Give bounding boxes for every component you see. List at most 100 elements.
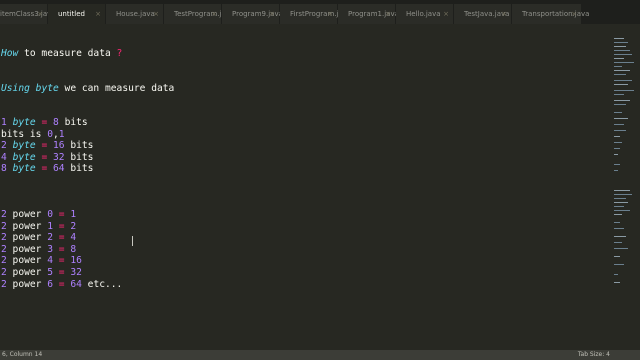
tab-program9[interactable]: Program9.java × [222, 4, 283, 24]
number-token: 32 [53, 152, 65, 163]
minimap-line [614, 264, 624, 265]
keyword-token: Using [1, 83, 30, 94]
text-token: power [6, 232, 48, 243]
text-cursor-icon [130, 236, 136, 246]
operator-token: = [58, 279, 65, 290]
close-icon[interactable]: × [211, 4, 217, 24]
minimap-line [614, 210, 630, 211]
close-icon[interactable]: × [37, 4, 43, 24]
minimap-line [614, 42, 628, 43]
number-token: 32 [70, 267, 82, 278]
cursor-position: 6, Column 14 [2, 351, 43, 358]
number-token: 4 [47, 255, 53, 266]
operator-token: = [58, 267, 65, 278]
number-token: 4 [70, 232, 77, 243]
code-editor[interactable]: How to measure data ? Using byte we can … [0, 24, 610, 350]
close-icon[interactable]: × [385, 4, 391, 24]
tab-label: Program9.java [232, 10, 283, 18]
number-token: 64 [53, 163, 65, 174]
text-token: we can measure data [58, 83, 175, 94]
minimap-line [614, 206, 624, 207]
code-line: 2 power 6 = 64 etc... [1, 279, 122, 291]
tab-house[interactable]: House.java × [106, 4, 164, 24]
number-token: 8 [70, 244, 77, 255]
number-token: 1 [47, 221, 53, 232]
number-token: 64 [70, 279, 82, 290]
close-icon[interactable]: × [501, 4, 507, 24]
minimap-line [614, 46, 626, 47]
text-token: power [6, 209, 48, 220]
code-line: 2 byte = 16 bits [1, 140, 93, 152]
tab-itemclass3[interactable]: itemClass3.java × [0, 4, 56, 24]
tab-hello[interactable]: Hello.java × [396, 4, 454, 24]
tab-testprogram[interactable]: TestProgram.java × [164, 4, 234, 24]
operator-token: = [58, 232, 65, 243]
close-icon[interactable]: × [95, 4, 101, 24]
close-icon[interactable]: × [269, 4, 275, 24]
status-bar: 6, Column 14 Tab Size: 4 [0, 350, 640, 360]
minimap-line [614, 202, 628, 203]
tab-label: Program1.java [348, 10, 399, 18]
text-token: power [6, 279, 48, 290]
minimap-line [614, 170, 618, 171]
text-token: bits [64, 140, 94, 151]
number-token: 1 [58, 129, 65, 140]
minimap-line [614, 256, 620, 257]
text-token: power [6, 244, 48, 255]
tab-testjava[interactable]: TestJava.java × [454, 4, 512, 24]
text-token: to measure data [18, 48, 117, 59]
number-token: 3 [47, 244, 53, 255]
text-token: bits [58, 117, 88, 128]
text-token: power [6, 221, 48, 232]
tab-bar: itemClass3.java × untitled × House.java × T… [0, 0, 640, 24]
minimap-line [614, 282, 620, 283]
minimap-line [614, 38, 624, 39]
keyword-token: byte [12, 140, 36, 151]
keyword-token: How [1, 48, 19, 59]
minimap-line [614, 84, 628, 85]
tab-program1[interactable]: Program1.java × [338, 4, 399, 24]
close-icon[interactable]: × [327, 4, 333, 24]
tab-transportation[interactable]: Transportation.java × [512, 4, 589, 24]
minimap-line [614, 236, 626, 237]
operator-token: = [58, 244, 65, 255]
minimap-line [614, 214, 622, 215]
number-token: 2 [47, 232, 53, 243]
tab-firstprogram[interactable]: FirstProgram.java × [280, 4, 351, 24]
code-line: 2 power 5 = 32 [1, 267, 82, 279]
minimap-line [614, 112, 622, 113]
minimap-line [614, 154, 618, 155]
operator-token: ? [116, 48, 123, 59]
minimap-line [614, 70, 630, 71]
text-token: bits [64, 152, 94, 163]
minimap-line [614, 142, 622, 143]
number-token: 0 [47, 209, 53, 220]
number-token: 5 [47, 267, 53, 278]
tab-size-button[interactable]: Tab Size: 4 [578, 350, 610, 360]
minimap-line [614, 118, 628, 119]
keyword-token: byte [35, 83, 59, 94]
keyword-token: byte [12, 163, 36, 174]
minimap-line [614, 164, 620, 165]
close-icon[interactable]: × [571, 4, 577, 24]
minimap-line [614, 136, 620, 137]
tab-label: House.java [116, 10, 155, 18]
minimap[interactable] [610, 24, 640, 350]
code-line: 8 byte = 64 bits [1, 163, 93, 175]
text-token: power [6, 255, 48, 266]
number-token: 16 [70, 255, 82, 266]
operator-token: = [58, 221, 65, 232]
code-line: 2 power 2 = 4 [1, 232, 76, 244]
minimap-line [614, 66, 622, 67]
minimap-line [614, 130, 626, 131]
minimap-line [614, 74, 626, 75]
tab-label: Hello.java [406, 10, 441, 18]
code-line: Using byte we can measure data [1, 83, 174, 95]
close-icon[interactable]: × [443, 4, 449, 24]
tab-untitled[interactable]: untitled × [48, 4, 106, 24]
close-icon[interactable]: × [153, 4, 159, 24]
minimap-line [614, 90, 634, 91]
minimap-line [614, 124, 624, 125]
minimap-line [614, 194, 632, 195]
minimap-line [614, 50, 630, 51]
